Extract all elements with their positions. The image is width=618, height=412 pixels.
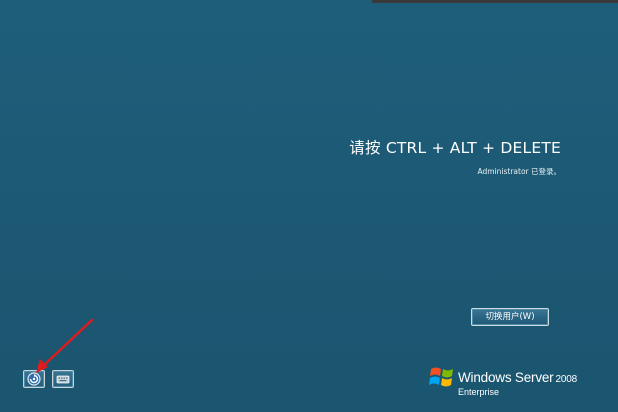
windows-flag-icon xyxy=(429,367,453,387)
product-title: Windows Server xyxy=(458,370,554,385)
windows-server-brand: Windows Server 2008 Enterprise xyxy=(428,362,608,402)
product-version: 2008 xyxy=(555,374,577,385)
arrow-head xyxy=(36,359,48,373)
product-name: Windows Server 2008 xyxy=(458,370,577,385)
red-arrow-annotation xyxy=(36,318,94,373)
arrow-shaft xyxy=(40,318,94,369)
product-edition: Enterprise xyxy=(458,387,500,397)
